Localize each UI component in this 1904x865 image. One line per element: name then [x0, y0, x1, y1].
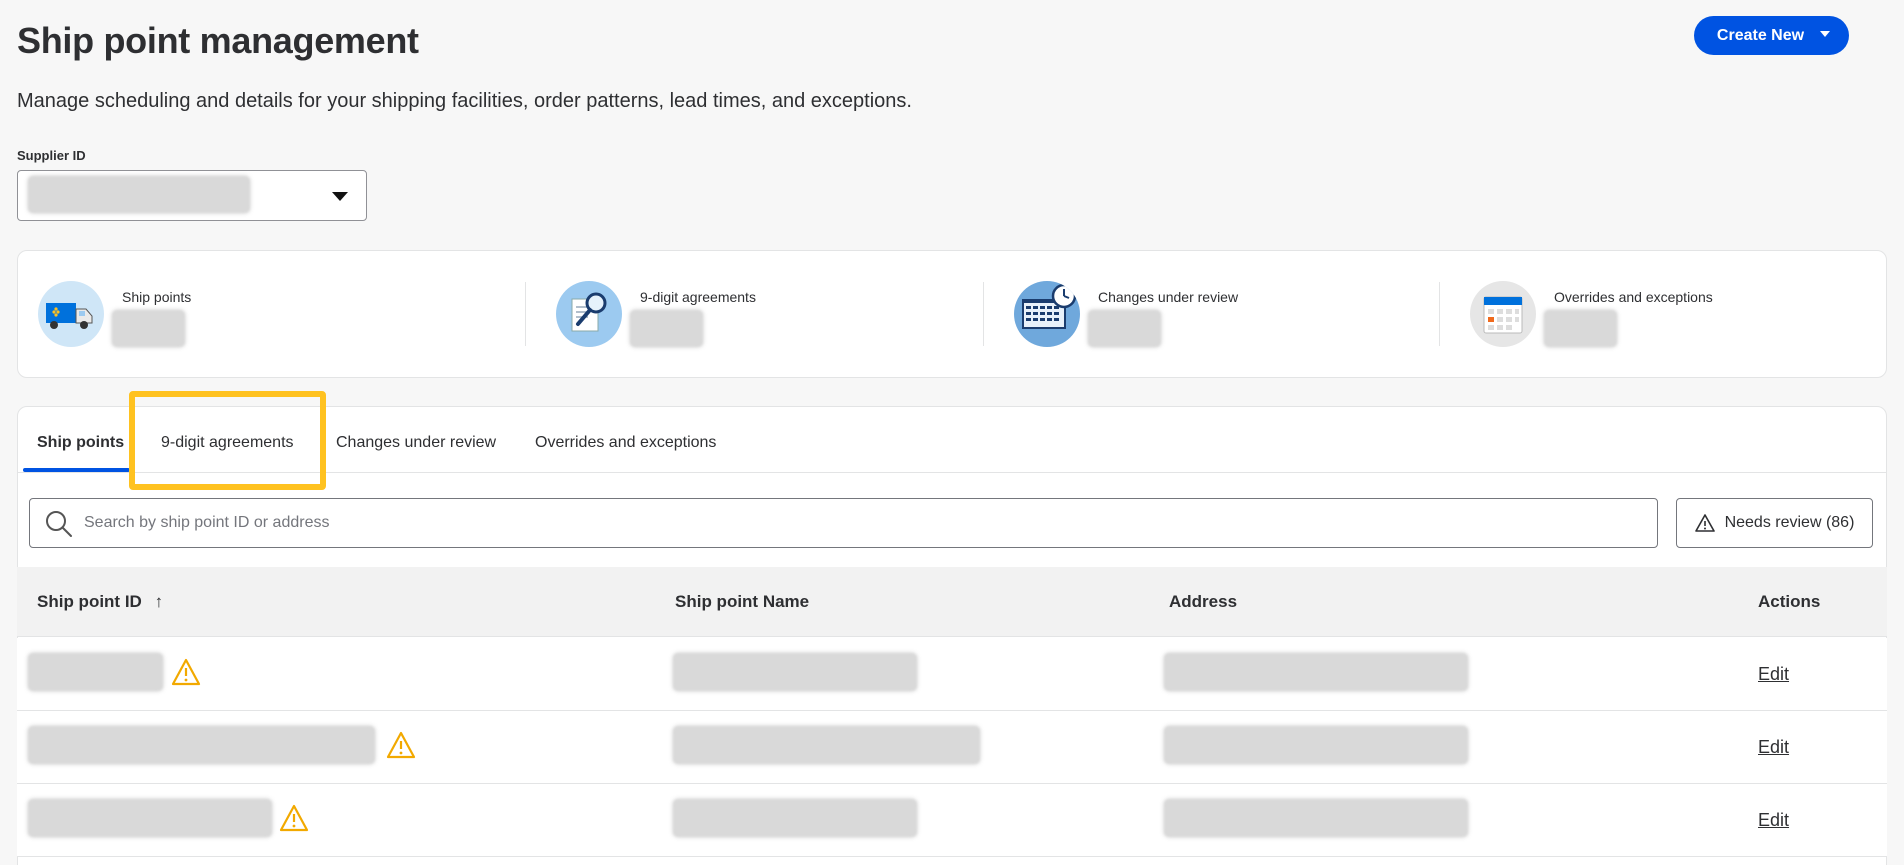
redacted-ship-point-id — [28, 726, 375, 764]
magnifier-document-icon — [556, 281, 622, 347]
summary-card: Ship points 9-digit agreements Changes u… — [17, 250, 1887, 378]
stat-label: Ship points — [122, 289, 192, 305]
tab-overrides-and-exceptions[interactable]: Overrides and exceptions — [535, 434, 716, 452]
divider — [1439, 282, 1440, 346]
create-new-button[interactable]: Create New — [1694, 16, 1849, 55]
page-subtitle: Manage scheduling and details for your s… — [17, 90, 912, 112]
redacted-count — [1544, 310, 1617, 347]
page-title: Ship point management — [17, 20, 419, 61]
caret-down-icon — [332, 192, 348, 201]
redacted-ship-point-name — [673, 799, 917, 837]
calendar-clock-icon — [1014, 281, 1080, 347]
supplier-id-select[interactable] — [17, 170, 367, 221]
redacted-address — [1164, 653, 1468, 691]
redacted-ship-point-name — [673, 726, 980, 764]
edit-link[interactable]: Edit — [1758, 810, 1789, 831]
sort-ascending-icon: ↑ — [154, 592, 164, 611]
tab-ship-points[interactable]: Ship points — [37, 434, 124, 452]
stat-label: 9-digit agreements — [640, 289, 756, 305]
edit-link[interactable]: Edit — [1758, 664, 1789, 685]
needs-review-label: Needs review (86) — [1724, 514, 1855, 531]
search-input[interactable] — [84, 507, 1624, 539]
table-row: Edit — [17, 638, 1887, 711]
warning-icon — [1694, 514, 1715, 532]
warning-icon — [171, 658, 201, 686]
create-new-label: Create New — [1716, 26, 1805, 44]
search-icon — [46, 511, 72, 537]
delivery-truck-icon — [38, 281, 104, 347]
tab-changes-under-review[interactable]: Changes under review — [336, 434, 496, 452]
redacted-count — [112, 310, 185, 347]
column-label: Ship point ID — [37, 592, 142, 611]
table-row: Edit — [17, 711, 1887, 784]
redacted-ship-point-id — [28, 799, 272, 837]
redacted-count — [630, 310, 703, 347]
column-ship-point-id[interactable]: Ship point ID ↑ — [37, 592, 163, 612]
tab-bar: Ship points 9-digit agreements Changes u… — [18, 407, 1886, 473]
column-address: Address — [1169, 592, 1238, 611]
tab-9-digit-agreements[interactable]: 9-digit agreements — [161, 434, 294, 452]
needs-review-button[interactable]: Needs review (86) — [1676, 498, 1873, 548]
calendar-icon — [1470, 281, 1536, 347]
warning-icon — [386, 731, 416, 759]
redacted-address — [1164, 726, 1468, 764]
table-header: Ship point ID ↑ Ship point Name Address … — [17, 567, 1887, 637]
supplier-id-label: Supplier ID — [17, 148, 86, 163]
redacted-ship-point-id — [28, 653, 163, 691]
caret-down-icon — [1820, 30, 1831, 37]
edit-link[interactable]: Edit — [1758, 737, 1789, 758]
redacted-ship-point-name — [673, 653, 917, 691]
divider — [983, 282, 984, 346]
divider — [525, 282, 526, 346]
table-row: Edit — [17, 784, 1887, 857]
column-actions: Actions — [1758, 592, 1821, 611]
redacted-count — [1088, 310, 1161, 347]
redacted-address — [1164, 799, 1468, 837]
warning-icon — [279, 804, 309, 832]
active-tab-indicator — [23, 468, 130, 472]
column-ship-point-name: Ship point Name — [675, 592, 810, 611]
search-field[interactable] — [29, 498, 1658, 548]
redacted-supplier-value — [28, 176, 250, 213]
stat-label: Changes under review — [1098, 289, 1239, 305]
stat-label: Overrides and exceptions — [1554, 289, 1713, 305]
